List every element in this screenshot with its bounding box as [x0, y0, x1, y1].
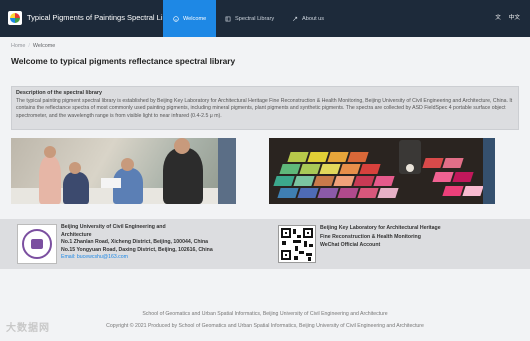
tab-spectral-library-label: Spectral Library [235, 15, 275, 22]
watermark: 大数据网 [6, 323, 50, 334]
university-contact: Beijing University of Civil Engineering … [61, 224, 213, 262]
site-logo[interactable] [8, 11, 22, 25]
footer-school: School of Geomatics and Urban Spatial In… [142, 311, 388, 317]
description-title: Description of the spectral library [16, 90, 102, 96]
page-title: Welcome to typical pigments reflectance … [11, 56, 236, 66]
tab-welcome-label: Welcome [183, 15, 207, 22]
tab-welcome[interactable]: Welcome [163, 0, 217, 37]
address-line1: No.1 Zhanlan Road, Xicheng District, Bei… [61, 239, 209, 246]
address-line2: No.15 Yongyuan Road, Daxing District, Be… [61, 246, 213, 253]
wechat-line1: Beijing Key Laboratory for Architectural… [320, 225, 441, 231]
language-label[interactable]: 中文 [509, 13, 520, 21]
wechat-qr-code [278, 225, 316, 263]
rocket-icon [292, 16, 298, 21]
description-line: The typical painting pigment spectral li… [16, 98, 422, 104]
university-name-line2: Architecture [61, 231, 92, 238]
description-text: The typical painting pigment spectral li… [16, 98, 514, 120]
tab-about-us[interactable]: About us [282, 0, 334, 37]
pigment-samples-photo [269, 138, 495, 204]
spectrometer-probe [399, 140, 421, 174]
wechat-line2: Fine Reconstruction & Health Monitoring [320, 233, 421, 240]
tab-spectral-library[interactable]: Spectral Library [215, 0, 284, 37]
description-card: Description of the spectral library The … [11, 86, 519, 130]
book-icon [225, 16, 231, 21]
language-switch[interactable]: 文 中文 [495, 13, 520, 21]
wechat-account-info: Beijing Key Laboratory for Architectural… [320, 224, 441, 250]
breadcrumb-current: Welcome [32, 43, 56, 49]
smile-icon [173, 15, 179, 22]
university-seal [17, 224, 57, 264]
university-name-line1: Beijing University of Civil Engineering … [61, 224, 166, 230]
email-link[interactable]: Email: bucewcshu@163.com [61, 254, 213, 262]
wechat-line3: WeChat Official Account [320, 242, 381, 249]
site-title[interactable]: Typical Pigments of Paintings Spectral L… [27, 13, 180, 22]
breadcrumb-home[interactable]: Home [11, 43, 25, 49]
tab-about-us-label: About us [302, 15, 325, 22]
breadcrumb-separator: / [28, 43, 30, 49]
footer-copyright: Copyright © 2021 Produced by School of G… [106, 323, 424, 329]
top-navbar: Typical Pigments of Paintings Spectral L… [0, 0, 530, 37]
lab-team-photo [11, 138, 236, 204]
translate-icon[interactable]: 文 [495, 13, 501, 21]
breadcrumb: Home / Welcome [11, 43, 55, 49]
